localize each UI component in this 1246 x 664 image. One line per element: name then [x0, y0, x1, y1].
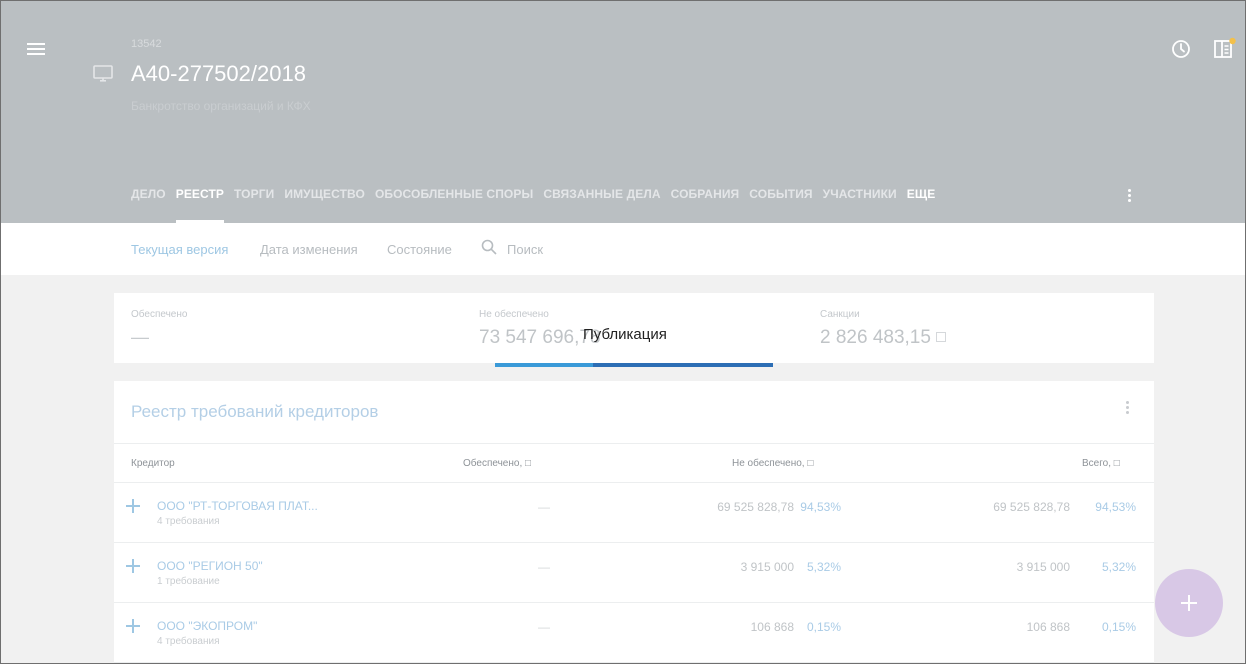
- filter-bar: Текущая версия Дата изменения Состояние …: [1, 223, 1245, 275]
- expand-plus-icon[interactable]: [126, 559, 140, 573]
- tab-related-cases[interactable]: СВЯЗАННЫЕ ДЕЛА: [543, 187, 660, 223]
- unsecured-percent: 0,15%: [806, 620, 841, 634]
- expand-plus-icon[interactable]: [126, 619, 140, 633]
- unsecured-cell: 3 915 000: [740, 560, 794, 574]
- registry-card: Реестр требований кредиторов Кредитор Об…: [114, 381, 1154, 663]
- tab-separate-disputes[interactable]: ОБОСОБЛЕННЫЕ СПОРЫ: [375, 187, 533, 223]
- filter-state[interactable]: Состояние: [387, 242, 452, 257]
- monitor-icon: [93, 65, 113, 82]
- table-row[interactable]: ООО "РЕГИОН 50" 1 требование — 3 915 000…: [114, 543, 1154, 603]
- search-input[interactable]: Поиск: [507, 242, 543, 257]
- publication-tooltip: Публикация: [583, 326, 667, 343]
- case-number: 13542: [131, 38, 162, 50]
- creditor-name[interactable]: ООО "РЕГИОН 50": [157, 559, 263, 573]
- unsecured-progress-bar: [495, 363, 593, 367]
- secured-value: —: [131, 327, 149, 347]
- total-cell: 106 868: [1026, 620, 1070, 634]
- sanctions-label: Санкции: [820, 309, 860, 320]
- filter-current-version[interactable]: Текущая версия: [131, 242, 228, 257]
- creditor-claims: 4 требования: [157, 516, 220, 527]
- tab-events[interactable]: СОБЫТИЯ: [749, 187, 812, 223]
- sanctions-value: 2 826 483,15: [820, 327, 931, 348]
- col-creditor[interactable]: Кредитор: [131, 458, 175, 469]
- menu-icon[interactable]: [27, 43, 45, 55]
- creditor-name[interactable]: ООО "ЭКОПРОМ": [157, 619, 257, 633]
- total-cell: 3 915 000: [1016, 560, 1070, 574]
- unsecured-percent: 94,53%: [800, 500, 841, 514]
- total-percent: 94,53%: [1095, 500, 1136, 514]
- creditor-name[interactable]: ООО "РТ-ТОРГОВАЯ ПЛАТ...: [157, 499, 318, 513]
- sanctions-value-row: 2 826 483,15: [820, 327, 946, 349]
- clock-icon[interactable]: [1171, 39, 1191, 59]
- tab-property[interactable]: ИМУЩЕСТВО: [284, 187, 365, 223]
- expand-plus-icon[interactable]: [126, 499, 140, 513]
- tab-registry[interactable]: РЕЕСТР: [175, 187, 225, 223]
- table-row[interactable]: ООО "РТ-ТОРГОВАЯ ПЛАТ... 4 требования — …: [114, 483, 1154, 543]
- registry-more-icon[interactable]: [1123, 401, 1131, 421]
- secured-cell: —: [538, 560, 550, 574]
- case-subtitle: Банкротство организаций и КФХ: [131, 99, 311, 113]
- tab-meetings[interactable]: СОБРАНИЯ: [671, 187, 740, 223]
- header-more-icon[interactable]: [1125, 189, 1133, 205]
- publication-progress-bar: [593, 363, 773, 367]
- tab-case[interactable]: ДЕЛО: [131, 187, 166, 223]
- table-row[interactable]: ООО "ЭКОПРОМ" 4 требования — 106 868 0,1…: [114, 603, 1154, 663]
- registry-title: Реестр требований кредиторов: [131, 402, 379, 421]
- side-panel-icon[interactable]: [1213, 37, 1237, 59]
- col-total[interactable]: Всего, □: [1082, 458, 1120, 469]
- tab-auctions[interactable]: ТОРГИ: [234, 187, 274, 223]
- case-header: 13542 А40-277502/2018 Банкротство органи…: [1, 1, 1245, 223]
- unsecured-percent: 5,32%: [806, 560, 841, 574]
- secured-label: Обеспечено: [131, 309, 188, 320]
- unsecured-cell: 106 868: [750, 620, 794, 634]
- tab-participants[interactable]: УЧАСТНИКИ: [823, 187, 897, 223]
- col-unsecured[interactable]: Не обеспечено, □: [732, 458, 813, 469]
- secured-cell: —: [538, 620, 550, 634]
- section-tabs: ДЕЛО РЕЕСТР ТОРГИ ИМУЩЕСТВО ОБОСОБЛЕННЫЕ…: [131, 187, 945, 223]
- creditor-claims: 1 требование: [157, 576, 220, 587]
- col-secured[interactable]: Обеспечено, □: [463, 458, 531, 469]
- app-window: 13542 А40-277502/2018 Банкротство органи…: [0, 0, 1246, 664]
- unsecured-cell: 69 525 828,78: [717, 500, 794, 514]
- secured-cell: —: [538, 500, 550, 514]
- filter-change-date[interactable]: Дата изменения: [260, 242, 358, 257]
- unsecured-label: Не обеспечено: [479, 309, 549, 320]
- creditor-claims: 4 требования: [157, 636, 220, 647]
- total-percent: 5,32%: [1101, 560, 1136, 574]
- case-title: А40-277502/2018: [131, 61, 306, 86]
- add-button[interactable]: [1155, 569, 1223, 637]
- table-header: Кредитор Обеспечено, □ Не обеспечено, □ …: [114, 443, 1154, 483]
- total-percent: 0,15%: [1101, 620, 1136, 634]
- currency-icon: [935, 332, 946, 342]
- total-cell: 69 525 828,78: [993, 500, 1070, 514]
- search-icon[interactable]: [481, 239, 497, 255]
- tab-more[interactable]: ЕЩЕ: [907, 187, 936, 223]
